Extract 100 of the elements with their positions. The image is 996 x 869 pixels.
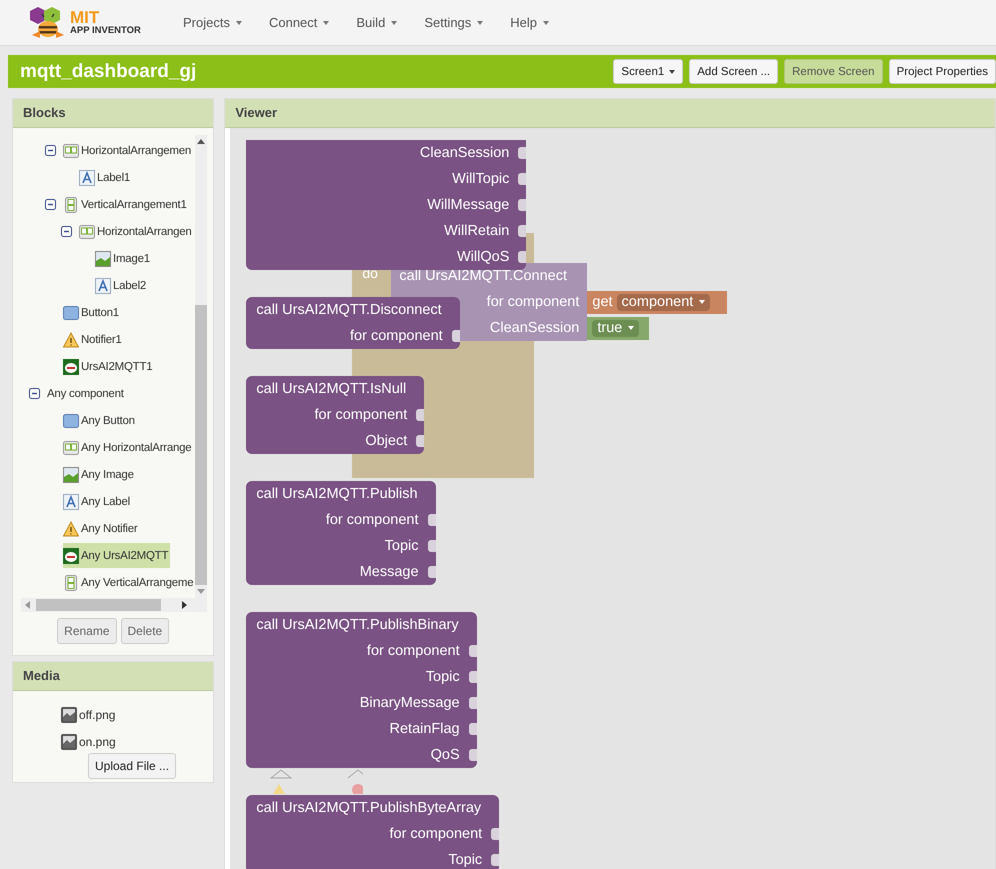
call-block[interactable]: call UrsAI2MQTT.PublishBinary for component Topic BinaryMessage RetainFlag QoS [246,612,477,768]
call-block[interactable]: call UrsAI2MQTT.Publish for component Topic Message [246,481,436,585]
block-dropdown[interactable]: true [592,320,640,336]
panel-header: Blocks [13,99,214,128]
block-title: call UrsAI2MQTT.PublishBinary [256,616,460,635]
call-block[interactable]: CleanSession WillTopic WillMessage WillRetain WillQoS [246,140,526,270]
tree-item[interactable]: Any component [47,381,126,406]
socket-label: CleanSession [420,145,510,161]
caret-icon [543,20,550,24]
logo-title: MIT [70,9,100,26]
logo-subtitle: APP INVENTOR [70,26,141,36]
socket-label: WillRetain [444,223,510,239]
image-icon [95,250,111,266]
socket-label: Topic [448,852,482,868]
tree-item[interactable]: HorizontalArrangen [79,219,194,244]
tree-item[interactable]: Any Notifier [63,516,140,541]
input-socket [468,749,477,761]
extension-icon [63,548,79,564]
socket-label: for component [350,328,443,344]
caret-icon [669,70,676,74]
tree-item[interactable]: Any Button [63,408,137,433]
horizontal-layout-icon [63,142,79,158]
socket-label: BinaryMessage [360,695,460,711]
tree-item[interactable]: Button1 [63,300,121,325]
call-block[interactable]: call UrsAI2MQTT.IsNull for component Object [246,376,424,454]
collapse-toggle[interactable] [45,145,56,156]
tree-item[interactable]: Label2 [95,273,148,298]
input-socket [491,854,500,866]
menu-button[interactable]: Settings [424,15,484,30]
caret-icon [391,20,398,24]
caret-icon [236,20,242,24]
tree-item[interactable]: Any HorizontalArrange [63,435,194,460]
call-block[interactable]: call UrsAI2MQTT.Disconnect for component [246,297,460,349]
tree-item[interactable]: VerticalArrangement1 [63,192,189,217]
button-icon [63,304,79,320]
input-socket [518,225,526,237]
menu-button[interactable]: Projects [183,15,242,30]
socket-label: CleanSession [490,320,580,336]
call-block[interactable]: call UrsAI2MQTT.PublishByteArray for component Topic [246,795,500,869]
screen-dropdown[interactable]: Screen1 [613,59,684,84]
collapse-toggle[interactable] [29,388,40,399]
block-title: call UrsAI2MQTT.PublishByteArray [256,799,482,818]
tree-item[interactable]: Image1 [95,246,152,271]
input-socket [468,645,477,657]
input-socket [428,514,436,526]
block-dropdown[interactable]: component [616,294,710,310]
tree-item[interactable]: Any Image [63,462,136,487]
scroll-up-icon[interactable] [197,139,206,144]
label-icon [79,170,95,186]
project-title: mqtt_dashboard_gj [20,60,196,82]
tree-item[interactable]: Any UrsAI2MQTT [63,543,170,568]
input-socket [468,671,477,683]
input-socket [491,828,500,840]
media-file[interactable]: on.png [61,728,214,755]
horizontal-scrollbar[interactable] [21,598,208,612]
input-socket [518,173,526,185]
toolbar-button[interactable]: Project Properties [888,59,996,84]
input-socket [468,697,477,709]
input-socket [518,147,526,159]
socket-label: for component [366,643,460,659]
warning-icon [63,520,79,536]
socket-label: for component [486,294,580,310]
image-icon [63,466,79,482]
vertical-layout-icon [63,196,79,212]
image-file-icon [61,706,77,722]
block-title: call UrsAI2MQTT.Connect [398,267,568,286]
image-file-icon [61,734,77,750]
toolbar-button[interactable]: Add Screen ... [689,59,778,84]
socket-label: Topic [384,538,419,554]
scroll-right-icon[interactable] [182,601,188,609]
tree-item[interactable]: UrsAI2MQTT1 [63,354,154,379]
button-icon [63,412,79,428]
input-socket [428,566,436,578]
socket-label: for component [326,512,419,528]
panel-header: Viewer [225,99,996,128]
vertical-scrollbar[interactable] [195,135,208,598]
menu-button[interactable]: Help [510,15,550,30]
tree-item[interactable]: Notifier1 [63,327,124,352]
tree-item[interactable]: Label1 [79,165,132,190]
socket-label: Message [360,564,419,580]
caret-icon [477,20,484,24]
input-socket [518,251,526,263]
menu-button[interactable]: Build [356,15,398,30]
vertical-layout-icon [63,574,79,590]
horizontal-layout-icon [63,440,79,456]
panel-header: Media [13,662,214,691]
warning-icon [63,332,79,348]
block-keyword: get [592,294,613,310]
tree-item[interactable]: Any VerticalArrangeme [63,570,196,595]
collapse-toggle[interactable] [61,226,72,237]
media-file[interactable]: off.png [61,701,214,728]
upload-button[interactable]: Upload File ... [88,753,176,779]
label-icon [95,278,111,294]
tree-item[interactable]: HorizontalArrangemen [63,138,194,163]
tree-item[interactable]: Any Label [63,489,132,514]
socket-label: WillQoS [457,249,510,265]
collapse-toggle[interactable] [45,199,56,210]
caret-icon [323,20,330,24]
socket-label: RetainFlag [390,721,460,737]
menu-button[interactable]: Connect [268,15,330,30]
